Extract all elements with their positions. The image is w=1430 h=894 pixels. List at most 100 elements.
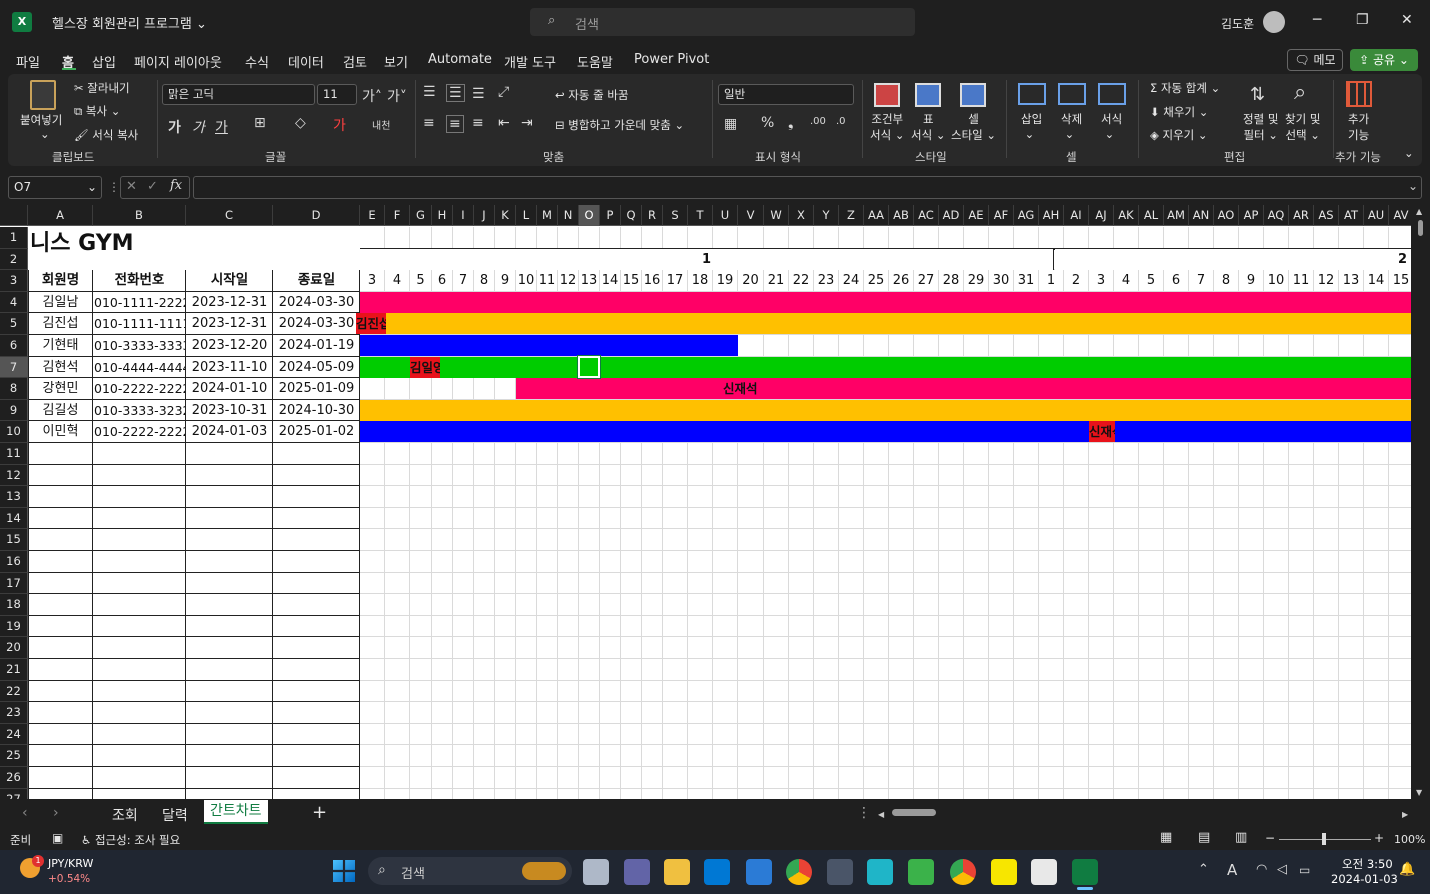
column-header[interactable]: T bbox=[688, 205, 713, 226]
snipping-tool-icon[interactable] bbox=[1031, 859, 1057, 885]
row-header[interactable]: 22 bbox=[0, 680, 28, 703]
increase-decimal-icon[interactable]: .00 bbox=[810, 116, 826, 127]
menu-item[interactable]: 데이터 bbox=[288, 52, 324, 71]
function-icon[interactable]: fx bbox=[170, 178, 182, 193]
zoom-out-icon[interactable]: − bbox=[1265, 831, 1275, 845]
selected-cell[interactable] bbox=[577, 354, 601, 380]
align-right-icon[interactable]: ≡ bbox=[472, 115, 484, 131]
column-header[interactable]: P bbox=[600, 205, 621, 226]
bird-app-icon[interactable] bbox=[867, 859, 893, 885]
ime-icon[interactable]: A bbox=[1227, 861, 1237, 879]
menu-item[interactable]: 페이지 레이아웃 bbox=[134, 52, 222, 71]
column-header[interactable]: C bbox=[186, 205, 273, 226]
scroll-left-icon[interactable]: ◀ bbox=[878, 810, 884, 819]
calculator-icon[interactable] bbox=[827, 859, 853, 885]
macro-icon[interactable]: ▣ bbox=[52, 831, 63, 845]
normal-view-icon[interactable]: ▦ bbox=[1160, 830, 1172, 845]
column-header[interactable]: E bbox=[360, 205, 385, 226]
column-header[interactable]: AS bbox=[1314, 205, 1339, 226]
menu-item[interactable]: Automate bbox=[428, 52, 492, 67]
column-header[interactable]: V bbox=[738, 205, 764, 226]
table-cell[interactable]: 2023-10-31 bbox=[187, 400, 272, 421]
table-cell[interactable]: 010-3333-3333 bbox=[94, 335, 185, 356]
merge-center-button[interactable]: ⊟ 병합하고 가운데 맞춤 ⌄ bbox=[555, 117, 684, 133]
chrome-profile-icon[interactable] bbox=[950, 859, 976, 885]
column-header[interactable]: AJ bbox=[1089, 205, 1114, 226]
menu-item[interactable]: 수식 bbox=[245, 52, 269, 71]
column-header[interactable]: W bbox=[764, 205, 789, 226]
underline-icon[interactable]: 가 bbox=[215, 117, 228, 137]
conditional-format-button[interactable]: 조건부 서식 ⌄ bbox=[870, 111, 904, 143]
align-bottom-icon[interactable]: ☰ bbox=[472, 86, 485, 102]
row-header[interactable]: 2 bbox=[0, 248, 28, 271]
column-header[interactable]: AT bbox=[1339, 205, 1364, 226]
table-cell[interactable]: 010-3333-3232 bbox=[94, 400, 185, 421]
column-header[interactable]: K bbox=[495, 205, 516, 226]
align-center-icon[interactable]: ≡ bbox=[446, 115, 464, 133]
column-header[interactable]: AG bbox=[1014, 205, 1039, 226]
column-header[interactable]: AF bbox=[989, 205, 1014, 226]
gantt-bar[interactable] bbox=[360, 335, 738, 356]
clear-button[interactable]: ◈ 지우기 ⌄ bbox=[1150, 127, 1208, 143]
table-cell[interactable]: 2024-01-19 bbox=[274, 335, 359, 356]
notepad-icon[interactable] bbox=[746, 859, 772, 885]
column-header[interactable]: AH bbox=[1039, 205, 1064, 226]
tab-options-icon[interactable]: ⋮ bbox=[857, 805, 871, 821]
tab-prev-icon[interactable]: ‹ bbox=[22, 805, 28, 821]
teams-icon[interactable] bbox=[624, 859, 650, 885]
add-ins-icon[interactable] bbox=[1346, 81, 1372, 107]
column-header[interactable]: AL bbox=[1139, 205, 1164, 226]
close-icon[interactable]: ✕ bbox=[1401, 12, 1413, 28]
accounting-icon[interactable]: ▦ bbox=[724, 116, 737, 132]
excel-taskbar-icon[interactable] bbox=[1072, 859, 1098, 885]
table-cell[interactable]: 이민혁 bbox=[29, 421, 92, 442]
gantt-bar[interactable] bbox=[516, 378, 1411, 400]
expand-formula-icon[interactable]: ⌄ bbox=[1408, 179, 1418, 193]
sheet-tab[interactable]: 달력 bbox=[162, 805, 188, 825]
vertical-scrollbar[interactable] bbox=[1411, 205, 1430, 799]
shrink-font-icon[interactable]: 가˅ bbox=[387, 86, 407, 106]
table-cell[interactable]: 010-2222-2222 bbox=[94, 421, 185, 442]
share-button[interactable]: ⇪ 공유 ⌄ bbox=[1350, 49, 1418, 71]
avatar[interactable] bbox=[1263, 11, 1285, 33]
paste-icon[interactable] bbox=[30, 80, 56, 110]
column-header[interactable]: AD bbox=[939, 205, 964, 226]
find-select-button[interactable]: 찾기 및 선택 ⌄ bbox=[1285, 111, 1320, 143]
column-header[interactable]: A bbox=[28, 205, 93, 226]
zoom-level[interactable]: 100% bbox=[1394, 833, 1425, 846]
table-cell[interactable]: 2024-03-30 bbox=[274, 292, 359, 313]
column-header[interactable]: S bbox=[663, 205, 688, 226]
row-header[interactable]: 4 bbox=[0, 291, 28, 314]
row-header[interactable]: 5 bbox=[0, 313, 28, 335]
column-header[interactable]: Z bbox=[839, 205, 864, 226]
column-header[interactable]: AV bbox=[1389, 205, 1411, 226]
scroll-down-icon[interactable]: ▼ bbox=[1416, 788, 1422, 797]
table-cell[interactable]: 2025-01-09 bbox=[274, 378, 359, 399]
ticker-name[interactable]: JPY/KRW bbox=[48, 857, 93, 870]
row-header[interactable]: 27 bbox=[0, 788, 28, 799]
table-cell[interactable]: 김길성 bbox=[29, 400, 92, 421]
table-cell[interactable]: 2023-12-31 bbox=[187, 292, 272, 313]
spreadsheet-grid[interactable]: A B C D E F G H I J K L M N O P Q R S T U V W X Y Z AA AB AC AD AE AF AG… bbox=[0, 205, 1411, 799]
menu-item[interactable]: 파일 bbox=[16, 52, 40, 71]
delete-cells-icon[interactable] bbox=[1058, 83, 1086, 105]
percent-icon[interactable]: % bbox=[761, 115, 774, 131]
collapse-ribbon-icon[interactable]: ⌄ bbox=[1404, 146, 1414, 160]
tab-next-icon[interactable]: › bbox=[53, 805, 59, 821]
table-cell[interactable]: 010-1111-2222 bbox=[94, 292, 185, 313]
minimize-icon[interactable]: ─ bbox=[1313, 12, 1321, 28]
cell-styles-icon[interactable] bbox=[960, 83, 986, 107]
column-header[interactable]: AO bbox=[1214, 205, 1239, 226]
column-header[interactable]: AE bbox=[964, 205, 989, 226]
format-table-button[interactable]: 표 서식 ⌄ bbox=[911, 111, 945, 143]
menu-item[interactable]: 도움말 bbox=[577, 52, 613, 71]
kakaotalk-icon[interactable] bbox=[991, 859, 1017, 885]
align-middle-icon[interactable]: ☰ bbox=[446, 84, 465, 102]
column-header[interactable]: F bbox=[385, 205, 410, 226]
column-header[interactable]: X bbox=[789, 205, 814, 226]
column-header[interactable]: AB bbox=[889, 205, 914, 226]
row-header[interactable]: 3 bbox=[0, 270, 28, 292]
table-cell[interactable]: 2024-10-30 bbox=[274, 400, 359, 421]
table-cell[interactable]: 010-4444-4444 bbox=[94, 357, 185, 378]
format-button[interactable]: 서식 ⌄ bbox=[1101, 111, 1122, 141]
